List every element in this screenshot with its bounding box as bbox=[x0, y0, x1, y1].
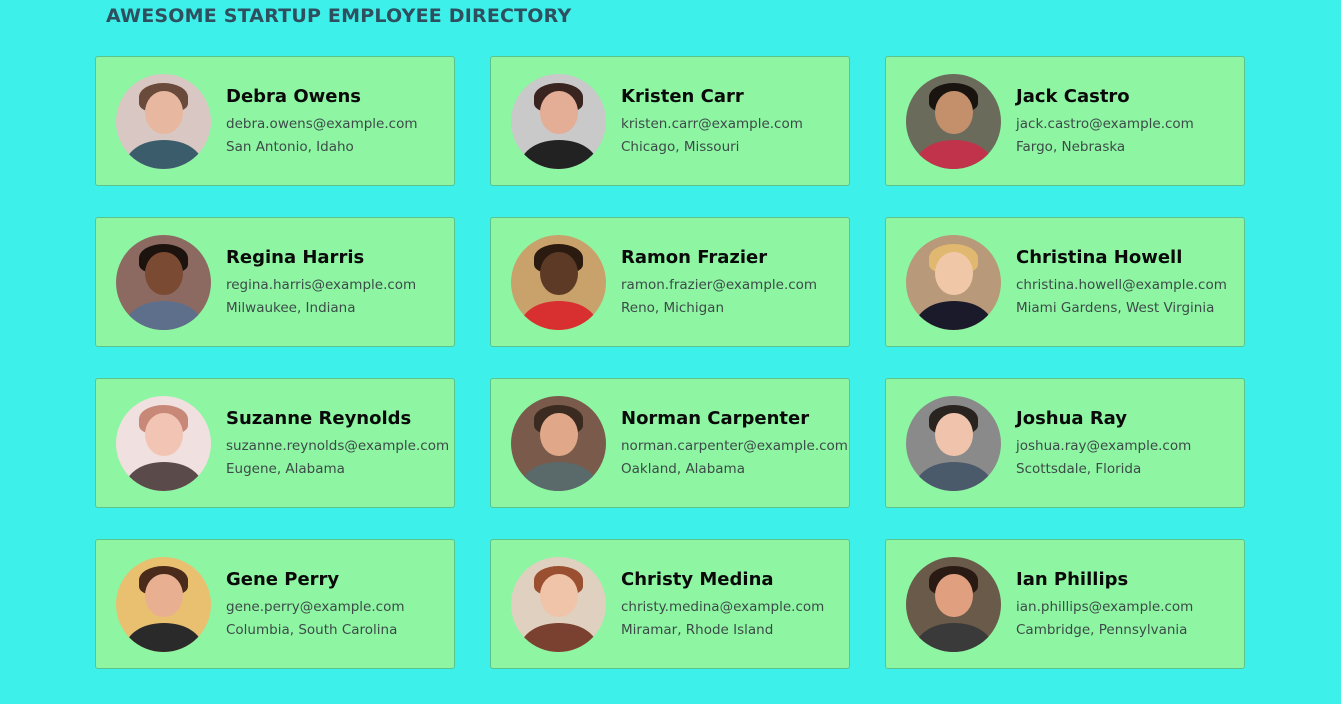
employee-avatar bbox=[511, 556, 606, 652]
employee-location: Eugene, Alabama bbox=[226, 460, 345, 477]
employee-location: Miami Gardens, West Virginia bbox=[1016, 299, 1215, 316]
employee-name: Joshua Ray bbox=[1016, 407, 1128, 429]
employee-card[interactable]: Regina Harris regina.harris@example.com … bbox=[95, 217, 455, 347]
employee-avatar bbox=[511, 234, 606, 330]
employee-name: Kristen Carr bbox=[621, 85, 744, 107]
employee-name: Regina Harris bbox=[226, 246, 365, 268]
employee-avatar bbox=[116, 234, 211, 330]
employee-email: norman.carpenter@example.com bbox=[621, 437, 848, 454]
employee-avatar bbox=[116, 556, 211, 652]
employee-name: Debra Owens bbox=[226, 85, 361, 107]
employee-avatar bbox=[511, 395, 606, 491]
employee-location: Miramar, Rhode Island bbox=[621, 621, 774, 638]
employee-card[interactable]: Joshua Ray joshua.ray@example.com Scotts… bbox=[885, 378, 1245, 508]
employee-email: ramon.frazier@example.com bbox=[621, 276, 818, 293]
employee-location: Scottsdale, Florida bbox=[1016, 460, 1142, 477]
employee-location: Reno, Michigan bbox=[621, 299, 725, 316]
employee-card[interactable]: Christy Medina christy.medina@example.co… bbox=[490, 539, 850, 669]
employee-gallery: Debra Owens debra.owens@example.com San … bbox=[95, 56, 1245, 669]
employee-location: Columbia, South Carolina bbox=[226, 621, 398, 638]
employee-name: Suzanne Reynolds bbox=[226, 407, 412, 429]
employee-location: Milwaukee, Indiana bbox=[226, 299, 356, 316]
employee-avatar bbox=[906, 395, 1001, 491]
employee-email: joshua.ray@example.com bbox=[1016, 437, 1192, 454]
employee-avatar bbox=[116, 73, 211, 169]
employee-location: Fargo, Nebraska bbox=[1016, 138, 1126, 155]
employee-card[interactable]: Norman Carpenter norman.carpenter@exampl… bbox=[490, 378, 850, 508]
employee-card[interactable]: Debra Owens debra.owens@example.com San … bbox=[95, 56, 455, 186]
employee-email: christina.howell@example.com bbox=[1016, 276, 1227, 293]
employee-email: kristen.carr@example.com bbox=[621, 115, 803, 132]
employee-name: Jack Castro bbox=[1016, 85, 1130, 107]
employee-avatar bbox=[906, 73, 1001, 169]
employee-name: Christina Howell bbox=[1016, 246, 1183, 268]
employee-card[interactable]: Ian Phillips ian.phillips@example.com Ca… bbox=[885, 539, 1245, 669]
employee-name: Norman Carpenter bbox=[621, 407, 810, 429]
employee-email: jack.castro@example.com bbox=[1016, 115, 1194, 132]
employee-email: suzanne.reynolds@example.com bbox=[226, 437, 450, 454]
employee-email: debra.owens@example.com bbox=[226, 115, 418, 132]
employee-card[interactable]: Gene Perry gene.perry@example.com Columb… bbox=[95, 539, 455, 669]
employee-avatar bbox=[511, 73, 606, 169]
employee-name: Ramon Frazier bbox=[621, 246, 768, 268]
employee-email: regina.harris@example.com bbox=[226, 276, 417, 293]
employee-name: Christy Medina bbox=[621, 568, 774, 590]
employee-card[interactable]: Ramon Frazier ramon.frazier@example.com … bbox=[490, 217, 850, 347]
employee-avatar bbox=[906, 234, 1001, 330]
employee-location: Chicago, Missouri bbox=[621, 138, 740, 155]
employee-email: gene.perry@example.com bbox=[226, 598, 405, 615]
page-title: AWESOME STARTUP EMPLOYEE DIRECTORY bbox=[106, 5, 572, 27]
employee-card[interactable]: Suzanne Reynolds suzanne.reynolds@exampl… bbox=[95, 378, 455, 508]
employee-location: Cambridge, Pennsylvania bbox=[1016, 621, 1188, 638]
employee-email: christy.medina@example.com bbox=[621, 598, 825, 615]
employee-card[interactable]: Jack Castro jack.castro@example.com Farg… bbox=[885, 56, 1245, 186]
employee-name: Ian Phillips bbox=[1016, 568, 1129, 590]
employee-avatar bbox=[116, 395, 211, 491]
employee-avatar bbox=[906, 556, 1001, 652]
employee-location: San Antonio, Idaho bbox=[226, 138, 354, 155]
employee-email: ian.phillips@example.com bbox=[1016, 598, 1194, 615]
employee-card[interactable]: Christina Howell christina.howell@exampl… bbox=[885, 217, 1245, 347]
employee-name: Gene Perry bbox=[226, 568, 340, 590]
employee-location: Oakland, Alabama bbox=[621, 460, 745, 477]
employee-card[interactable]: Kristen Carr kristen.carr@example.com Ch… bbox=[490, 56, 850, 186]
